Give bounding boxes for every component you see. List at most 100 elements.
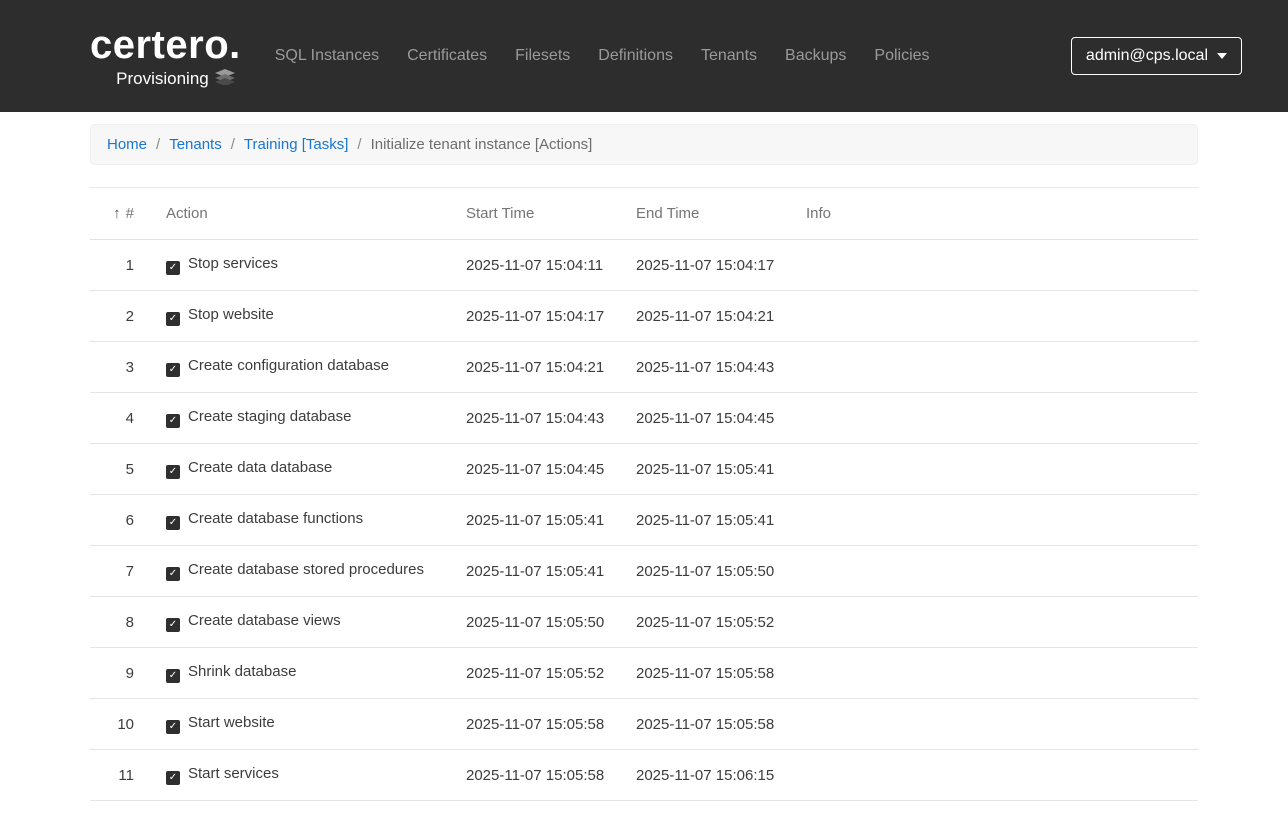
column-header-end-time[interactable]: End Time xyxy=(620,187,790,240)
row-action-cell: ✓ Create staging database xyxy=(150,392,450,444)
row-info xyxy=(790,698,1198,750)
nav-item-definitions[interactable]: Definitions xyxy=(598,47,673,65)
column-header-action[interactable]: Action xyxy=(150,187,450,240)
breadcrumb: Home / Tenants / Training [Tasks] / Init… xyxy=(90,124,1198,165)
row-start-time: 2025-11-07 15:04:21 xyxy=(450,341,620,393)
row-number: 8 xyxy=(90,596,150,648)
action-label: Shrink database xyxy=(188,663,297,680)
row-action-cell: ✓ Stop services xyxy=(150,239,450,291)
action-label: Stop services xyxy=(188,255,279,272)
row-number: 1 xyxy=(90,239,150,291)
row-info xyxy=(790,647,1198,699)
table-row: 7 ✓ Create database stored procedures 2025-… xyxy=(90,545,1198,597)
action-label: Create configuration database xyxy=(188,357,389,374)
checked-checkbox-icon: ✓ xyxy=(166,669,180,683)
row-action-cell: ✓ Create database stored procedures xyxy=(150,545,450,597)
row-end-time: 2025-11-07 15:04:21 xyxy=(620,290,790,342)
row-end-time: 2025-11-07 15:04:17 xyxy=(620,239,790,291)
row-end-time: 2025-11-07 15:06:15 xyxy=(620,749,790,801)
row-start-time: 2025-11-07 15:05:58 xyxy=(450,698,620,750)
row-number: 7 xyxy=(90,545,150,597)
row-end-time: 2025-11-07 15:05:52 xyxy=(620,596,790,648)
row-info xyxy=(790,596,1198,648)
action-label: Start services xyxy=(188,765,279,782)
row-end-time: 2025-11-07 15:05:41 xyxy=(620,443,790,495)
main-content: Home / Tenants / Training [Tasks] / Init… xyxy=(90,124,1198,801)
row-number: 2 xyxy=(90,290,150,342)
action-label: Start website xyxy=(188,714,275,731)
row-start-time: 2025-11-07 15:04:17 xyxy=(450,290,620,342)
nav-item-sql-instances[interactable]: SQL Instances xyxy=(275,47,379,65)
checked-checkbox-icon: ✓ xyxy=(166,720,180,734)
table-row: 2 ✓ Stop website 2025-11-07 15:04:17 2025-11… xyxy=(90,290,1198,342)
row-number: 5 xyxy=(90,443,150,495)
action-label: Create data database xyxy=(188,459,333,476)
row-action-cell: ✓ Shrink database xyxy=(150,647,450,699)
row-number: 10 xyxy=(90,698,150,750)
checked-checkbox-icon: ✓ xyxy=(166,516,180,530)
table-header-row: ↑ # Action Start Time End Time Info xyxy=(90,187,1198,240)
row-start-time: 2025-11-07 15:05:52 xyxy=(450,647,620,699)
brand[interactable]: certero. Provisioning xyxy=(90,25,241,88)
column-header-start-time[interactable]: Start Time xyxy=(450,187,620,240)
row-start-time: 2025-11-07 15:05:58 xyxy=(450,749,620,801)
table-row: 4 ✓ Create staging database 2025-11-07 15:0… xyxy=(90,392,1198,444)
row-info xyxy=(790,290,1198,342)
row-start-time: 2025-11-07 15:05:41 xyxy=(450,494,620,546)
column-header-number[interactable]: ↑ # xyxy=(90,187,150,240)
row-end-time: 2025-11-07 15:05:58 xyxy=(620,647,790,699)
row-info xyxy=(790,545,1198,597)
checked-checkbox-icon: ✓ xyxy=(166,363,180,377)
row-start-time: 2025-11-07 15:04:43 xyxy=(450,392,620,444)
row-number: 6 xyxy=(90,494,150,546)
table-row: 3 ✓ Create configuration database 2025-11-0… xyxy=(90,341,1198,393)
action-label: Create database functions xyxy=(188,510,364,527)
breadcrumb-separator: / xyxy=(156,136,161,153)
breadcrumb-training-tasks[interactable]: Training [Tasks] xyxy=(244,136,348,153)
table-row: 9 ✓ Shrink database 2025-11-07 15:05:52 2025… xyxy=(90,647,1198,699)
checked-checkbox-icon: ✓ xyxy=(166,567,180,581)
nav-item-certificates[interactable]: Certificates xyxy=(407,47,487,65)
breadcrumb-tenants[interactable]: Tenants xyxy=(169,136,222,153)
nav-item-backups[interactable]: Backups xyxy=(785,47,846,65)
nav-item-tenants[interactable]: Tenants xyxy=(701,47,757,65)
row-action-cell: ✓ Create database functions xyxy=(150,494,450,546)
user-menu-button[interactable]: admin@cps.local xyxy=(1070,37,1242,75)
table-row: 5 ✓ Create data database 2025-11-07 15:04:4… xyxy=(90,443,1198,495)
main-nav: SQL Instances Certificates Filesets Defi… xyxy=(275,47,1071,65)
row-end-time: 2025-11-07 15:04:43 xyxy=(620,341,790,393)
table-row: 11 ✓ Start services 2025-11-07 15:05:58 2025… xyxy=(90,749,1198,801)
breadcrumb-home[interactable]: Home xyxy=(107,136,147,153)
table-row: 1 ✓ Stop services 2025-11-07 15:04:11 2025-1… xyxy=(90,239,1198,291)
row-end-time: 2025-11-07 15:05:58 xyxy=(620,698,790,750)
checked-checkbox-icon: ✓ xyxy=(166,312,180,326)
nav-item-policies[interactable]: Policies xyxy=(874,47,929,65)
breadcrumb-separator: / xyxy=(357,136,362,153)
breadcrumb-current-page: Initialize tenant instance [Actions] xyxy=(370,136,593,153)
sort-ascending-icon: ↑ xyxy=(113,205,121,222)
row-action-cell: ✓ Start website xyxy=(150,698,450,750)
row-number: 4 xyxy=(90,392,150,444)
row-number: 9 xyxy=(90,647,150,699)
table-row: 8 ✓ Create database views 2025-11-07 15:05:… xyxy=(90,596,1198,648)
breadcrumb-separator: / xyxy=(230,136,235,153)
top-navbar: certero. Provisioning SQL Instances Cert… xyxy=(0,0,1288,112)
checked-checkbox-icon: ✓ xyxy=(166,414,180,428)
row-info xyxy=(790,443,1198,495)
nav-item-filesets[interactable]: Filesets xyxy=(515,47,570,65)
row-end-time: 2025-11-07 15:05:41 xyxy=(620,494,790,546)
row-action-cell: ✓ Stop website xyxy=(150,290,450,342)
column-header-info[interactable]: Info xyxy=(790,187,1198,240)
row-info xyxy=(790,392,1198,444)
row-action-cell: ✓ Start services xyxy=(150,749,450,801)
checked-checkbox-icon: ✓ xyxy=(166,261,180,275)
row-number: 11 xyxy=(90,749,150,801)
actions-table-wrap: ↑ # Action Start Time End Time Info 1 ✓ Sto… xyxy=(90,187,1198,801)
action-label: Create database views xyxy=(188,612,341,629)
action-label: Stop website xyxy=(188,306,274,323)
row-action-cell: ✓ Create configuration database xyxy=(150,341,450,393)
action-label: Create database stored procedures xyxy=(188,561,424,578)
brand-subtitle-label: Provisioning xyxy=(116,68,209,88)
row-info xyxy=(790,494,1198,546)
caret-down-icon xyxy=(1217,53,1227,59)
